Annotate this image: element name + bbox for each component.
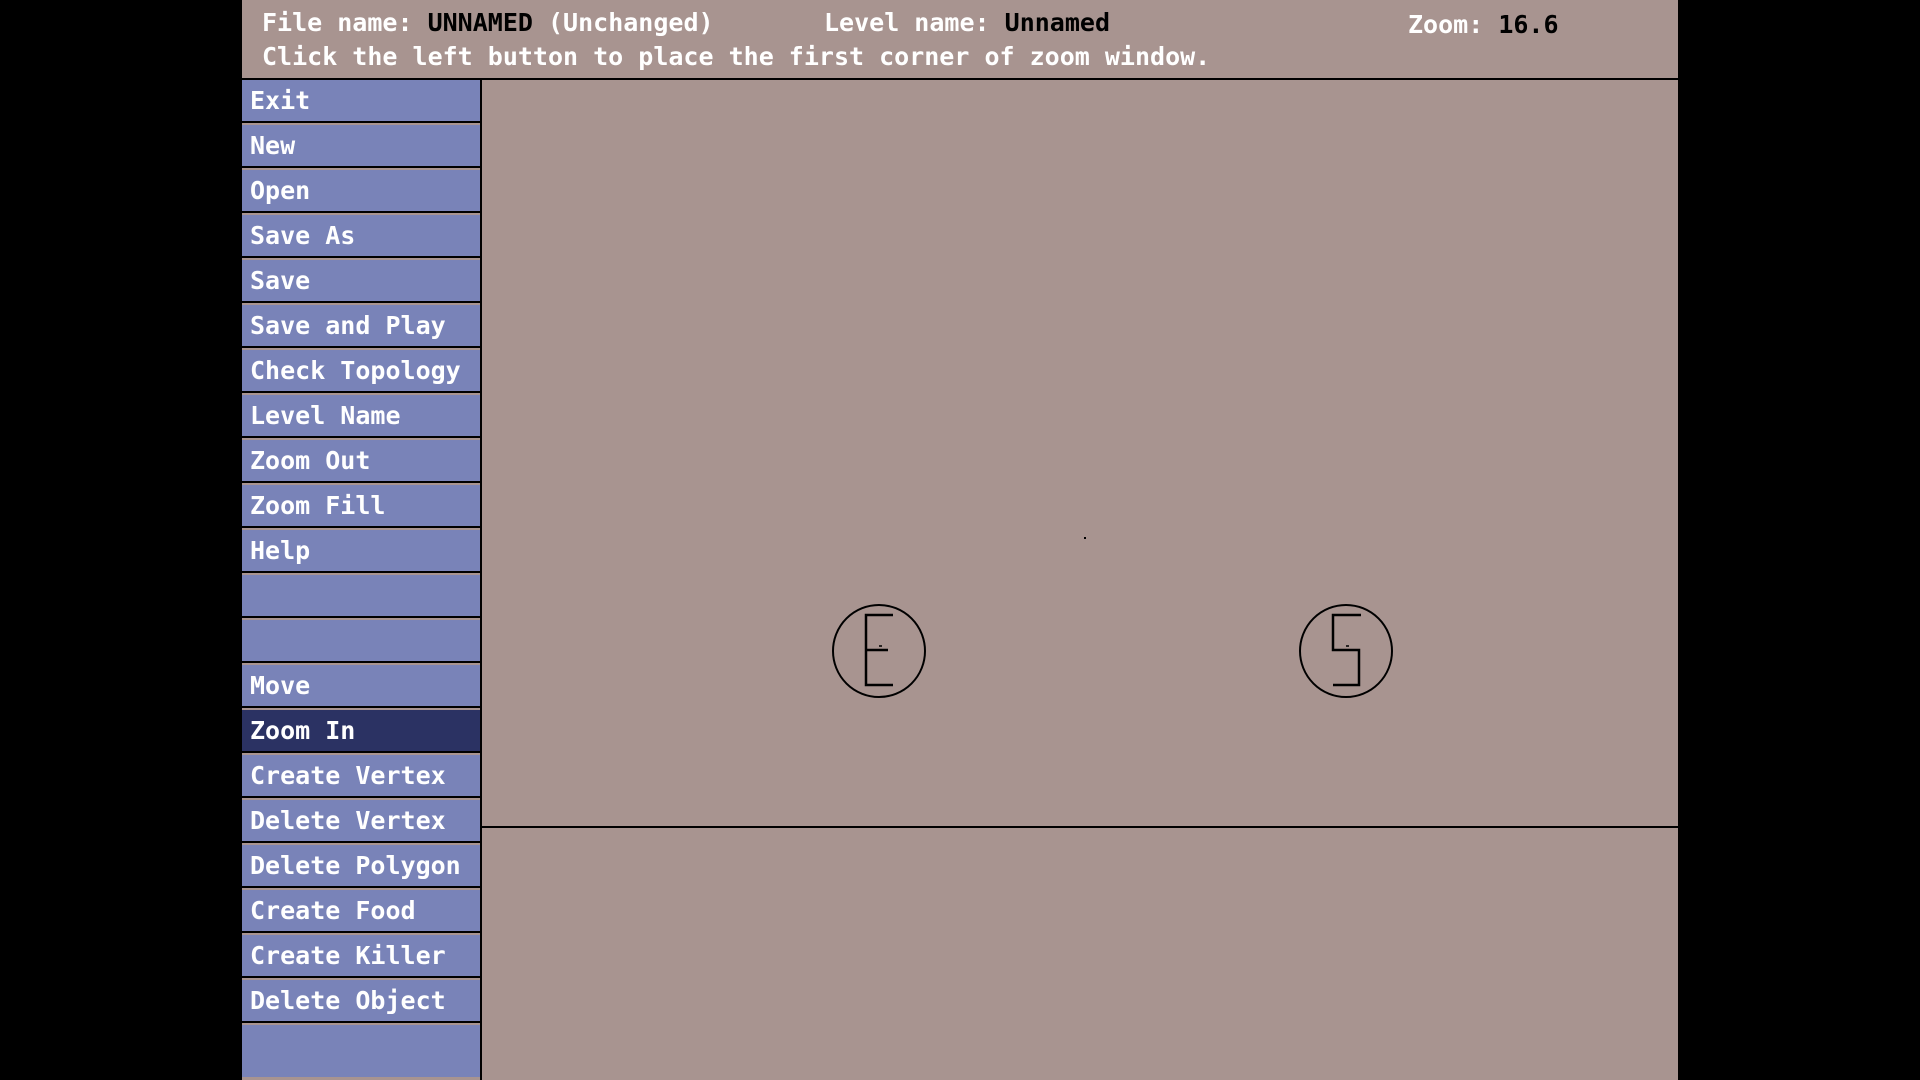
file-name-info: File name: UNNAMED (Unchanged) <box>262 8 714 38</box>
menu-create-killer-button[interactable]: Create Killer <box>242 935 480 978</box>
level-name-info: Level name: Unnamed <box>824 8 1110 38</box>
center-dot <box>1084 537 1086 539</box>
menu-check-topology-button[interactable]: Check Topology <box>242 350 480 393</box>
menu-empty-slot-2 <box>242 620 480 663</box>
menu-delete-object-button[interactable]: Delete Object <box>242 980 480 1023</box>
file-name-label: File name: <box>262 8 413 37</box>
menu-delete-polygon-button[interactable]: Delete Polygon <box>242 845 480 888</box>
menu-save-as-button[interactable]: Save As <box>242 215 480 258</box>
start-object[interactable] <box>1299 604 1393 698</box>
menu-zoom-fill-button[interactable]: Zoom Fill <box>242 485 480 528</box>
level-canvas[interactable] <box>482 80 1678 1080</box>
menu-save-and-play-button[interactable]: Save and Play <box>242 305 480 348</box>
menu-empty-slot-3 <box>242 1025 480 1077</box>
menu-empty-slot-1 <box>242 575 480 618</box>
level-editor-window: File name: UNNAMED (Unchanged) Level nam… <box>242 0 1678 1080</box>
file-state: (Unchanged) <box>548 8 714 37</box>
menu-save-button[interactable]: Save <box>242 260 480 303</box>
start-letter-icon <box>1331 613 1361 687</box>
command-menu: Exit New Open Save As Save Save and Play… <box>242 80 482 1080</box>
zoom-info: Zoom: 16.6 <box>1408 10 1559 40</box>
menu-level-name-button[interactable]: Level Name <box>242 395 480 438</box>
menu-exit-button[interactable]: Exit <box>242 80 480 123</box>
level-name-value: Unnamed <box>1004 8 1110 37</box>
exit-flower-object[interactable] <box>832 604 926 698</box>
menu-help-button[interactable]: Help <box>242 530 480 573</box>
menu-zoom-out-button[interactable]: Zoom Out <box>242 440 480 483</box>
menu-open-button[interactable]: Open <box>242 170 480 213</box>
status-message: Click the left button to place the first… <box>262 42 1211 71</box>
status-header: File name: UNNAMED (Unchanged) Level nam… <box>242 0 1678 80</box>
menu-create-food-button[interactable]: Create Food <box>242 890 480 933</box>
zoom-value: 16.6 <box>1498 10 1559 39</box>
level-drawing[interactable] <box>482 80 1678 1080</box>
file-name-value: UNNAMED <box>427 8 533 37</box>
menu-zoom-in-button[interactable]: Zoom In <box>242 710 480 753</box>
menu-new-button[interactable]: New <box>242 125 480 168</box>
menu-delete-vertex-button[interactable]: Delete Vertex <box>242 800 480 843</box>
exit-letter-icon <box>864 613 893 687</box>
menu-create-vertex-button[interactable]: Create Vertex <box>242 755 480 798</box>
level-name-label: Level name: <box>824 8 990 37</box>
menu-move-button[interactable]: Move <box>242 665 480 708</box>
zoom-label: Zoom: <box>1408 10 1484 39</box>
